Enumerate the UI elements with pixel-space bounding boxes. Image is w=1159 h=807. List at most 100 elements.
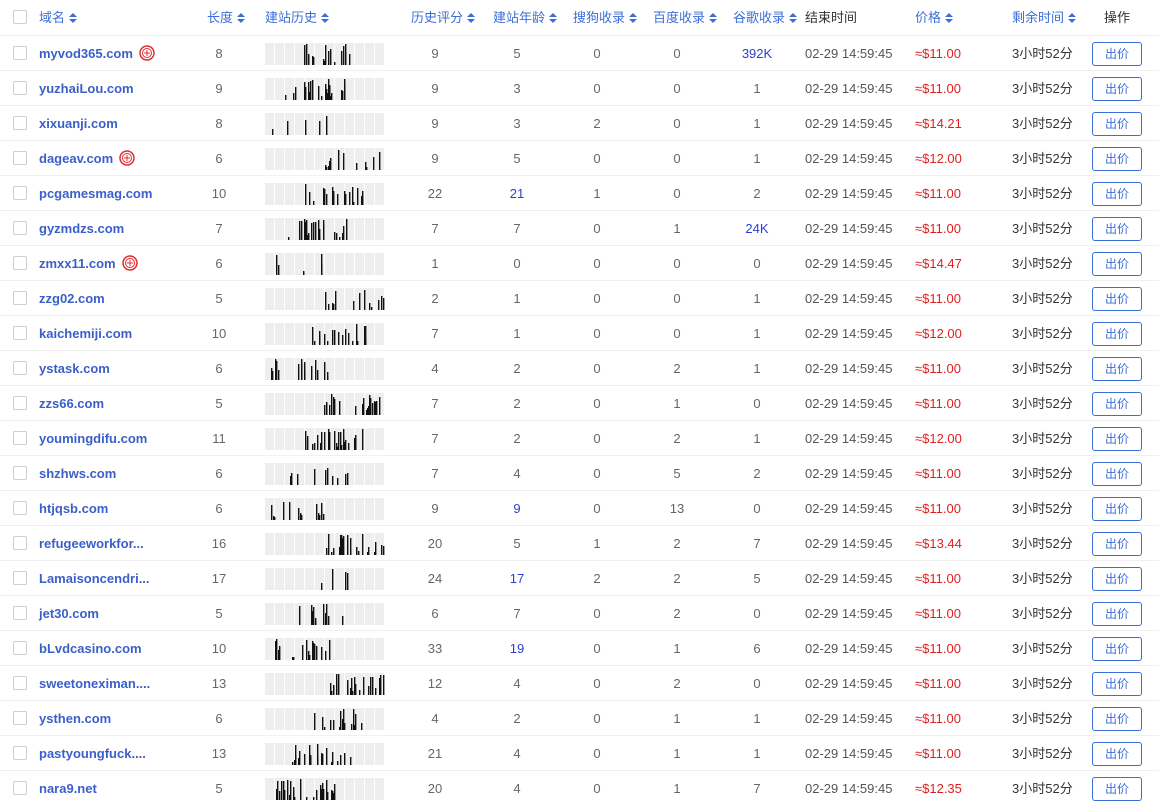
domain-link[interactable]: youmingdifu.com <box>39 421 147 456</box>
remaining-time: 3小时52分 <box>1012 151 1073 166</box>
domain-link[interactable]: myvod365.com <box>39 36 155 71</box>
bid-button[interactable]: 出价 <box>1092 287 1142 311</box>
price: ≈$11.00 <box>915 641 961 656</box>
domain-link[interactable]: gyzmdzs.com <box>39 211 124 246</box>
header-remaining[interactable]: 剩余时间 <box>1012 0 1077 35</box>
bid-button[interactable]: 出价 <box>1092 777 1142 801</box>
header-history[interactable]: 建站历史 <box>265 0 330 35</box>
bid-button[interactable]: 出价 <box>1092 742 1142 766</box>
domain-link[interactable]: yuzhaiLou.com <box>39 71 134 106</box>
row-checkbox[interactable] <box>13 361 27 375</box>
row-checkbox[interactable] <box>13 81 27 95</box>
bid-button[interactable]: 出价 <box>1092 42 1142 66</box>
bid-button[interactable]: 出价 <box>1092 147 1142 171</box>
row-checkbox[interactable] <box>13 151 27 165</box>
bid-button[interactable]: 出价 <box>1092 707 1142 731</box>
domain-link[interactable]: pastyoungfuck.... <box>39 736 146 771</box>
domain-link[interactable]: nara9.net <box>39 771 97 806</box>
table-row: ystask.com 6 4 2 0 2 1 02-29 14:59:45 ≈$11.00 3小时… <box>0 350 1159 385</box>
price: ≈$11.00 <box>915 711 961 726</box>
domain-link[interactable]: kaichemiji.com <box>39 316 132 351</box>
bid-button[interactable]: 出价 <box>1092 112 1142 136</box>
header-google[interactable]: 谷歌收录 <box>733 0 798 35</box>
bid-button[interactable]: 出价 <box>1092 532 1142 556</box>
bid-button[interactable]: 出价 <box>1092 252 1142 276</box>
row-checkbox[interactable] <box>13 536 27 550</box>
domain-link[interactable]: dageav.com <box>39 141 135 176</box>
end-time: 02-29 14:59:45 <box>805 81 893 96</box>
bid-button[interactable]: 出价 <box>1092 182 1142 206</box>
header-age[interactable]: 建站年龄 <box>493 0 558 35</box>
header-score[interactable]: 历史评分 <box>411 0 476 35</box>
bid-button[interactable]: 出价 <box>1092 322 1142 346</box>
remaining-time: 3小时52分 <box>1012 501 1073 516</box>
header-domain[interactable]: 域名 <box>39 0 78 35</box>
domain-link[interactable]: zzs66.com <box>39 386 104 421</box>
row-checkbox[interactable] <box>13 606 27 620</box>
table-row: pcgamesmag.com 10 22 21 1 0 2 02-29 14:59:45 ≈$1… <box>0 175 1159 210</box>
row-checkbox[interactable] <box>13 116 27 130</box>
domain-length: 5 <box>215 291 223 306</box>
price: ≈$11.00 <box>915 676 961 691</box>
row-checkbox[interactable] <box>13 46 27 60</box>
domain-length: 11 <box>212 431 226 446</box>
row-checkbox[interactable] <box>13 711 27 725</box>
row-checkbox[interactable] <box>13 326 27 340</box>
sort-icon <box>629 12 638 23</box>
domain-link[interactable]: refugeeworkfor... <box>39 526 144 561</box>
row-checkbox[interactable] <box>13 221 27 235</box>
sort-icon <box>789 12 798 23</box>
row-checkbox[interactable] <box>13 466 27 480</box>
sogou-index: 2 <box>593 116 601 131</box>
select-all-checkbox[interactable] <box>13 10 27 24</box>
domain-link[interactable]: sweetoneximan.... <box>39 666 150 701</box>
domain-length: 16 <box>211 536 227 551</box>
domain-link[interactable]: bLvdcasino.com <box>39 631 142 666</box>
remaining-time: 3小时52分 <box>1012 466 1073 481</box>
bid-button[interactable]: 出价 <box>1092 462 1142 486</box>
row-checkbox[interactable] <box>13 186 27 200</box>
header-length[interactable]: 长度 <box>207 0 246 35</box>
history-score: 9 <box>431 46 439 61</box>
bid-button[interactable]: 出价 <box>1092 672 1142 696</box>
history-chart <box>265 498 384 520</box>
domain-link[interactable]: htjqsb.com <box>39 491 108 526</box>
domain-link[interactable]: ysthen.com <box>39 701 111 736</box>
domain-link[interactable]: shzhws.com <box>39 456 116 491</box>
bid-button[interactable]: 出价 <box>1092 567 1142 591</box>
row-checkbox[interactable] <box>13 291 27 305</box>
domain-length: 10 <box>211 186 227 201</box>
bid-button[interactable]: 出价 <box>1092 217 1142 241</box>
bid-button[interactable]: 出价 <box>1092 77 1142 101</box>
row-checkbox[interactable] <box>13 256 27 270</box>
row-checkbox[interactable] <box>13 781 27 795</box>
bid-button[interactable]: 出价 <box>1092 392 1142 416</box>
domain-link[interactable]: pcgamesmag.com <box>39 176 152 211</box>
domain-link[interactable]: jet30.com <box>39 596 99 631</box>
domain-link[interactable]: xixuanji.com <box>39 106 118 141</box>
domain-link[interactable]: Lamaisoncendri... <box>39 561 150 596</box>
bid-button[interactable]: 出价 <box>1092 427 1142 451</box>
row-checkbox[interactable] <box>13 431 27 445</box>
end-time: 02-29 14:59:45 <box>805 536 893 551</box>
domain-link[interactable]: zzg02.com <box>39 281 105 316</box>
row-checkbox[interactable] <box>13 571 27 585</box>
domain-link[interactable]: ystask.com <box>39 351 110 386</box>
header-sogou[interactable]: 搜狗收录 <box>573 0 638 35</box>
row-checkbox[interactable] <box>13 641 27 655</box>
header-price[interactable]: 价格 <box>915 0 954 35</box>
row-checkbox[interactable] <box>13 501 27 515</box>
row-checkbox[interactable] <box>13 746 27 760</box>
domain-length: 6 <box>215 361 223 376</box>
site-age: 17 <box>509 571 525 586</box>
bid-button[interactable]: 出价 <box>1092 357 1142 381</box>
row-checkbox[interactable] <box>13 676 27 690</box>
bid-button[interactable]: 出价 <box>1092 497 1142 521</box>
bid-button[interactable]: 出价 <box>1092 602 1142 626</box>
end-time: 02-29 14:59:45 <box>805 116 893 131</box>
domain-link[interactable]: zmxx11.com <box>39 246 138 281</box>
header-baidu[interactable]: 百度收录 <box>653 0 718 35</box>
history-score: 20 <box>427 781 443 796</box>
row-checkbox[interactable] <box>13 396 27 410</box>
bid-button[interactable]: 出价 <box>1092 637 1142 661</box>
